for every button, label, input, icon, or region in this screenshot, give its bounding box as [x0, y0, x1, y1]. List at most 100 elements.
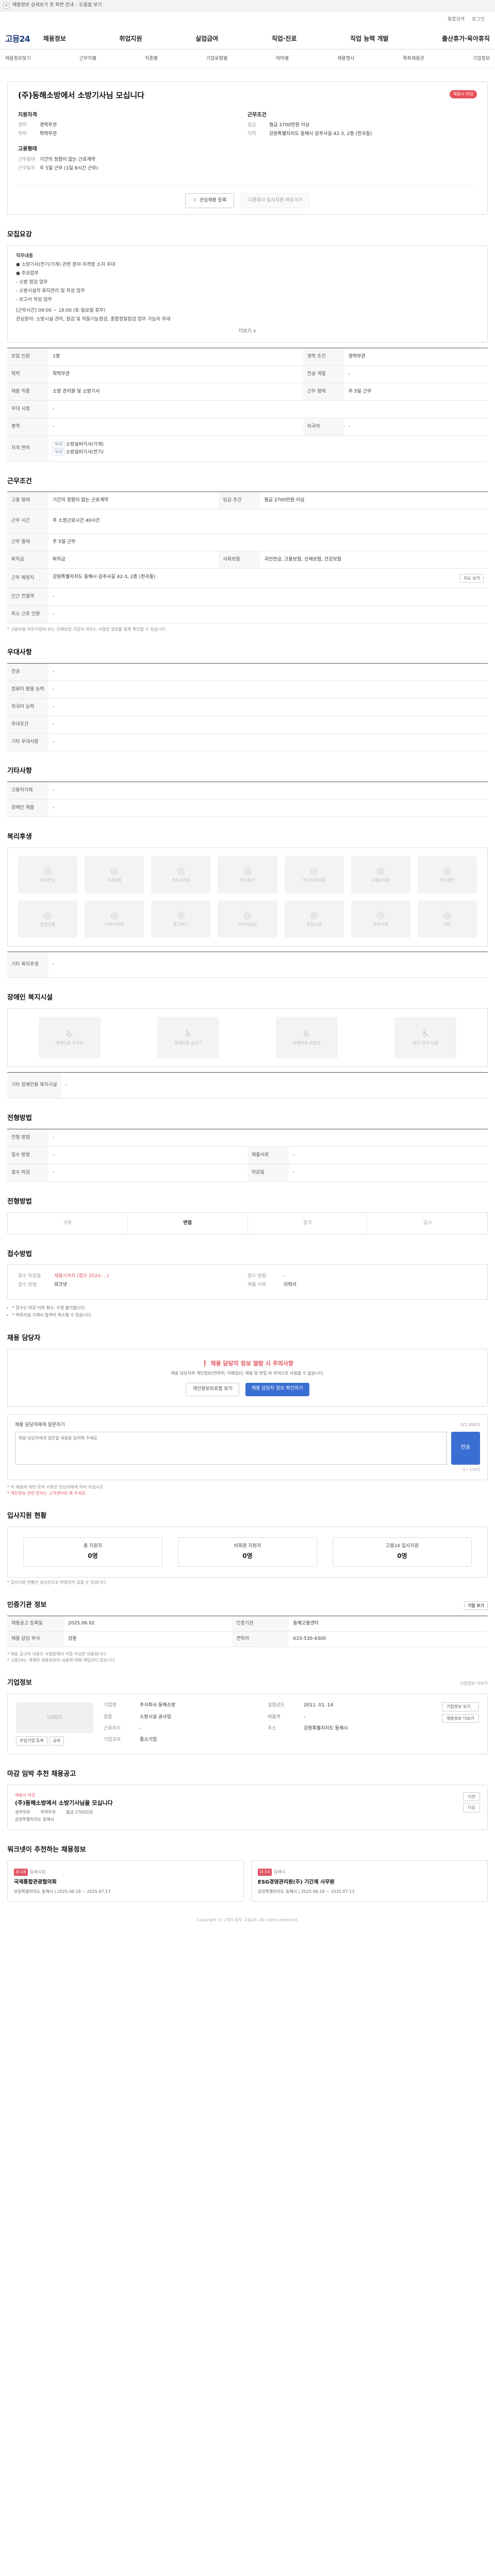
- reveal-contact-button[interactable]: 채용 담당자 정보 확인하기: [245, 1383, 309, 1396]
- sub-nav-item[interactable]: 기업정보: [473, 56, 490, 62]
- table-row: 자격 면허 우대 소방설비기사(기계) 우대 소방설비기사(전기): [7, 435, 488, 462]
- card-meta: 강원특별자치도 동해시 | 2025.06.18 ~ 2025.07.13: [258, 1889, 355, 1894]
- menu-item[interactable]: 실업급여: [195, 35, 218, 43]
- table-value: -: [48, 1146, 248, 1164]
- welfare-label: 통근버스: [173, 922, 189, 927]
- apply-other-button[interactable]: 다른회사 입사지원 바로가기: [240, 193, 310, 208]
- company-detail-button[interactable]: 기업정보 보기: [441, 1702, 479, 1711]
- info-key: 설립년도: [267, 1703, 285, 1708]
- recommend-card[interactable]: D-18 동해시청 국제통합관광협의회 강원특별자치도 동해시 | 2025.06…: [7, 1860, 244, 1902]
- kv-key: 학력: [18, 131, 27, 137]
- welfare-icon: ◎: [310, 865, 318, 876]
- sub-nav-item[interactable]: 채용행사: [337, 56, 354, 62]
- section-heading: 전형방법: [7, 1197, 32, 1206]
- info-value: 소방시설 공사업: [140, 1714, 171, 1720]
- share-button[interactable]: 공유: [49, 1736, 64, 1745]
- employment-heading: 고용형태: [18, 146, 37, 152]
- table-value: 주 5일 근무: [344, 383, 488, 401]
- table-value: -: [48, 400, 488, 419]
- table-key: 외국어: [303, 418, 344, 436]
- job-name[interactable]: (주)동해소방에서 소방기사님을 모십니다: [15, 1799, 463, 1807]
- table-row: 근무 시간 주 소정근로시간 40시간: [7, 509, 488, 534]
- menu-item[interactable]: 직업 능력 개발: [350, 35, 389, 43]
- table-value: -: [344, 418, 488, 436]
- welfare-label: 기타: [443, 922, 451, 927]
- welfare-label: 연차휴가: [240, 877, 255, 883]
- sub-nav-item[interactable]: 근무지별: [79, 56, 96, 62]
- org-name: 동해시: [274, 1870, 286, 1875]
- recommend-card[interactable]: D-13 동해시 ESG경영관리원(주) 기간제 사무원 강원특별자치도 동해시 …: [251, 1860, 488, 1902]
- welfare-icon: ◎: [443, 909, 452, 921]
- close-icon[interactable]: ×: [3, 2, 9, 9]
- search-link[interactable]: 통합검색: [448, 16, 465, 23]
- table-row: 우대 사항 -: [7, 400, 488, 419]
- recruit-description: 직무내용 ● 소방기사(전기/기계) 관련 분야 자격증 소지 우대 ● 주요업…: [7, 245, 488, 343]
- next-button[interactable]: 다음: [463, 1803, 480, 1812]
- inquiry-limit: 0/1,000자: [460, 1422, 480, 1427]
- table-value: -: [48, 698, 488, 716]
- sub-nav-item[interactable]: 채용정보찾기: [5, 56, 31, 62]
- disabled-label: 장애인용 화장실: [292, 1040, 321, 1045]
- menu-item[interactable]: 직업·진로: [272, 35, 297, 43]
- job-title: (주)동해소방에서 소방기사님 모십니다: [18, 91, 144, 100]
- welfare-label: 경조금지원: [171, 877, 191, 883]
- contact-alert: ❗ 채용 담당자 정보 열람 시 주의사항 채용 담당자의 개인정보(연락처, …: [7, 1348, 488, 1407]
- table-value: 소방 관리원 및 소방기사: [48, 383, 303, 401]
- sub-nav-item[interactable]: 테마별: [276, 56, 289, 62]
- table-row: 접수 방법 - 제출서류 -: [7, 1146, 488, 1164]
- kv-key: 접수 마감일: [18, 1274, 41, 1279]
- info-key: 매출액: [267, 1714, 280, 1720]
- table-key: 마감일: [248, 1164, 289, 1182]
- desc-line: - 소방 점검 업무: [16, 279, 48, 285]
- welfare-label: 건강검진: [439, 877, 455, 883]
- welfare-item: ◎ 연차휴가: [218, 856, 277, 893]
- prev-button[interactable]: 이전: [463, 1792, 480, 1802]
- receipt-notes: * 접수는 마감 이후 취소, 수정 불가합니다. * 허위사실 기재시 합격이…: [7, 1305, 488, 1318]
- kv-key: 제출 서류: [248, 1282, 266, 1288]
- company-view-button[interactable]: 기업 보기: [464, 1601, 488, 1611]
- menu-item[interactable]: 취업지원: [119, 35, 142, 43]
- table-key: 근무 예정지: [7, 568, 48, 589]
- apply-info-table: 전형 방법 - 접수 방법 - 제출서류 - 접수 마감 - 마감일 -: [7, 1128, 488, 1182]
- inquiry-textarea[interactable]: [15, 1431, 447, 1465]
- scrap-button[interactable]: ☆ 관심채용 등록: [185, 193, 235, 208]
- table-row: 모집 인원 1명 경력 조건 경력무관: [7, 348, 488, 366]
- table-row: 인근 전철역 -: [7, 588, 488, 606]
- company-more-link[interactable]: 기업정보 더보기: [460, 1681, 488, 1687]
- welfare-label: 야근식대지원: [303, 877, 326, 883]
- kv-key: 근무일자: [18, 165, 36, 171]
- sub-nav-item[interactable]: 특화채용관: [403, 56, 424, 62]
- menu-item[interactable]: 출산휴가·육아휴직: [442, 35, 490, 43]
- more-button[interactable]: 더보기 ∨: [16, 328, 479, 335]
- login-link[interactable]: 로그인: [472, 16, 485, 23]
- info-value: 강원특별자치도 동해시: [303, 1725, 348, 1731]
- map-button[interactable]: 지도 보기: [460, 573, 484, 583]
- kv-value: 이력서: [284, 1282, 296, 1288]
- regist-table: 채용공고 등록일 2025.06.02 인증기관 동해고용센터 채용 담당 부서 강원 연…: [7, 1616, 488, 1648]
- sub-nav-item[interactable]: 기업유형별: [206, 56, 227, 62]
- disabled-item: ♿ 점자 안내 시설: [394, 1016, 456, 1058]
- main-menu: 채용정보 취업지원 실업급여 직업·진로 직업 능력 개발 출산휴가·육아휴직: [43, 35, 490, 43]
- deadline-tag: 채용시 마감: [15, 1792, 36, 1798]
- sub-nav-item[interactable]: 직종별: [145, 56, 158, 62]
- table-row: 장애인 채용 -: [7, 799, 488, 817]
- table-key: 인증기관: [232, 1616, 289, 1632]
- welfare-item: ◎ 퇴직연금: [18, 856, 78, 893]
- kv-value: 학력무관: [40, 131, 57, 137]
- section-heading: 장애인 복지시설: [7, 993, 53, 1002]
- welfare-icon: ◎: [176, 909, 185, 921]
- welfare-icon: ◎: [243, 865, 252, 876]
- site-logo[interactable]: 고용24: [5, 33, 30, 45]
- company-jobs-button[interactable]: 채용정보 더보기: [441, 1714, 479, 1723]
- deadline-badge: 채용시 마감: [449, 90, 477, 98]
- menu-item[interactable]: 채용정보: [43, 35, 66, 43]
- table-key: 전형 방법: [7, 1129, 48, 1147]
- favorite-company-button[interactable]: 관심기업 등록: [16, 1736, 47, 1745]
- info-key: 업종: [104, 1714, 112, 1720]
- table-value: 퇴직금: [48, 551, 219, 569]
- closing-card[interactable]: 채용시 마감 (주)동해소방에서 소방기사님을 모십니다 경력무관 학력무관 월…: [7, 1784, 488, 1831]
- company-card: LOGO 관심기업 등록 공유 기업명 주식회사 동해소방 설립년도 2011. 01…: [7, 1693, 488, 1754]
- cert-tag: 우대: [53, 448, 64, 456]
- send-button[interactable]: 전송: [451, 1431, 480, 1465]
- privacy-law-button[interactable]: 개인정보보호법 보기: [186, 1383, 239, 1396]
